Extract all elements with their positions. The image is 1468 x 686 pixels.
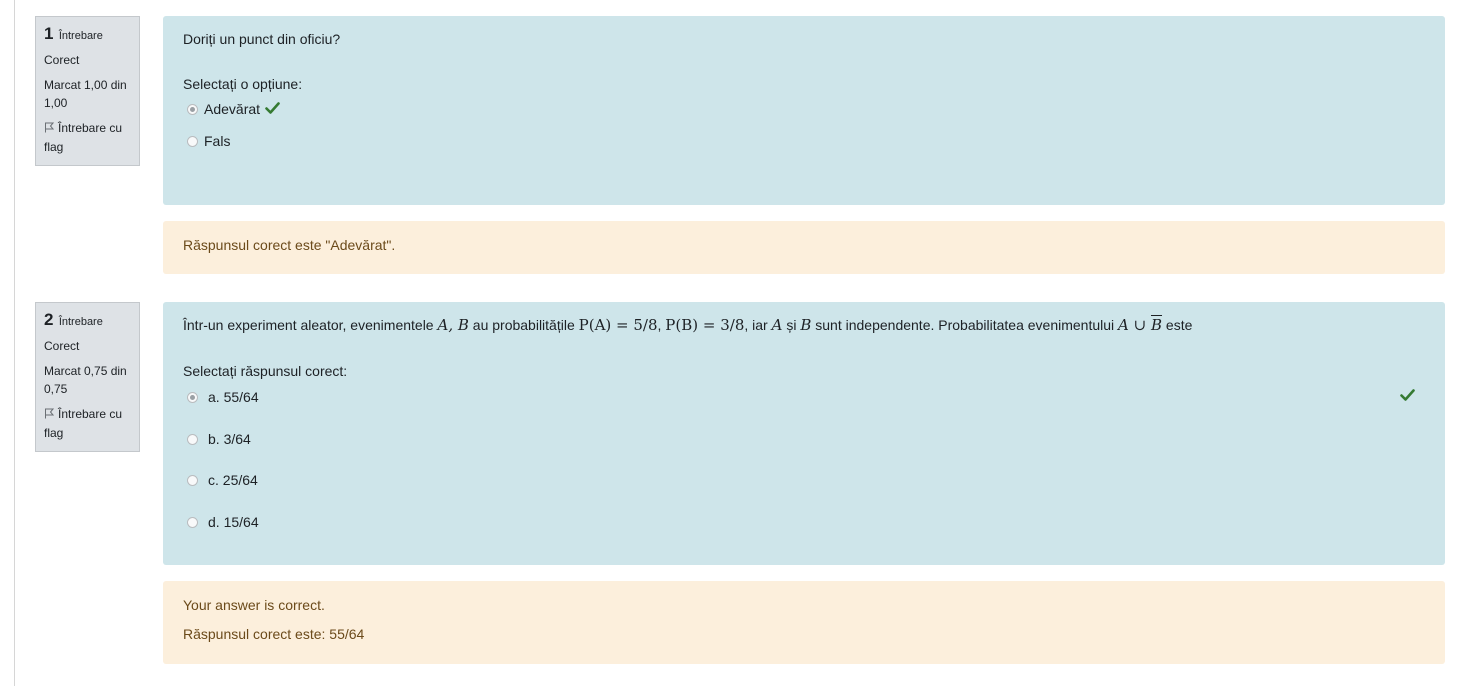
answer-option-false[interactable]: Fals (187, 133, 230, 149)
option-label: Fals (204, 133, 231, 149)
question-text: Doriți un punct din oficiu? (183, 31, 341, 47)
check-icon (1400, 388, 1415, 404)
question-1-feedback: Răspunsul corect este "Adevărat". (163, 221, 1445, 274)
question-number: 1 (44, 24, 54, 43)
question-text: Într-un experiment aleator, evenimentele… (183, 316, 1193, 334)
question-1-formulation: Doriți un punct din oficiu? Selectați o … (163, 16, 1445, 205)
radio-button[interactable] (187, 474, 198, 486)
question-2-info: 2 Întrebare Corect Marcat 0,75 din 0,75 … (35, 302, 140, 452)
math-union: A ∪ (1118, 316, 1151, 334)
math-complement-b: B (1150, 316, 1163, 334)
option-label: c. 25/64 (208, 472, 258, 488)
option-label: b. 3/64 (208, 431, 251, 447)
radio-button[interactable] (187, 516, 198, 528)
answer-option-a[interactable]: a. 55/64 (187, 389, 259, 405)
answer-prompt: Selectați o opțiune: (183, 76, 303, 92)
flag-icon (44, 120, 55, 138)
option-label: d. 15/64 (208, 514, 259, 530)
answer-option-b[interactable]: b. 3/64 (187, 431, 251, 447)
question-number: 2 (44, 310, 54, 329)
content-border (14, 0, 15, 686)
check-icon (265, 101, 280, 117)
radio-button[interactable] (187, 391, 198, 403)
flag-question-link[interactable]: Întrebare cu flag (44, 405, 131, 442)
flag-question-link[interactable]: Întrebare cu flag (44, 119, 131, 156)
radio-button[interactable] (187, 433, 198, 445)
answer-prompt: Selectați răspunsul corect: (183, 363, 348, 379)
specific-feedback-text: Your answer is correct. (183, 597, 325, 613)
radio-button[interactable] (187, 103, 198, 115)
question-label: Întrebare (58, 316, 103, 328)
flag-label: Întrebare cu flag (44, 407, 123, 440)
question-grade: Marcat 0,75 din 0,75 (44, 364, 127, 396)
quiz-review-page: 1 Întrebare Corect Marcat 1,00 din 1,00 … (0, 0, 1468, 686)
question-grade: Marcat 1,00 din 1,00 (44, 78, 127, 110)
option-label: a. 55/64 (208, 389, 259, 405)
answer-option-d[interactable]: d. 15/64 (187, 514, 259, 530)
answer-option-true[interactable]: Adevărat (187, 101, 280, 117)
question-state: Corect (44, 339, 80, 353)
option-label: Adevărat (204, 101, 261, 117)
right-answer-text: Răspunsul corect este: 55/64 (183, 626, 365, 642)
question-2-formulation: Într-un experiment aleator, evenimentele… (163, 302, 1445, 565)
flag-icon (44, 406, 55, 424)
math-prob-b: P(B) = 3/8 (665, 316, 745, 334)
radio-button[interactable] (187, 135, 198, 147)
math-events: A, B (437, 316, 469, 334)
flag-label: Întrebare cu flag (44, 121, 123, 154)
question-label: Întrebare (58, 30, 103, 42)
question-2-feedback: Your answer is correct. Răspunsul corect… (163, 581, 1445, 664)
answer-option-c[interactable]: c. 25/64 (187, 472, 258, 488)
question-1-info: 1 Întrebare Corect Marcat 1,00 din 1,00 … (35, 16, 140, 166)
right-answer-text: Răspunsul corect este "Adevărat". (183, 237, 396, 253)
question-state: Corect (44, 53, 80, 67)
math-prob-a: P(A) = 5/8 (578, 316, 658, 334)
